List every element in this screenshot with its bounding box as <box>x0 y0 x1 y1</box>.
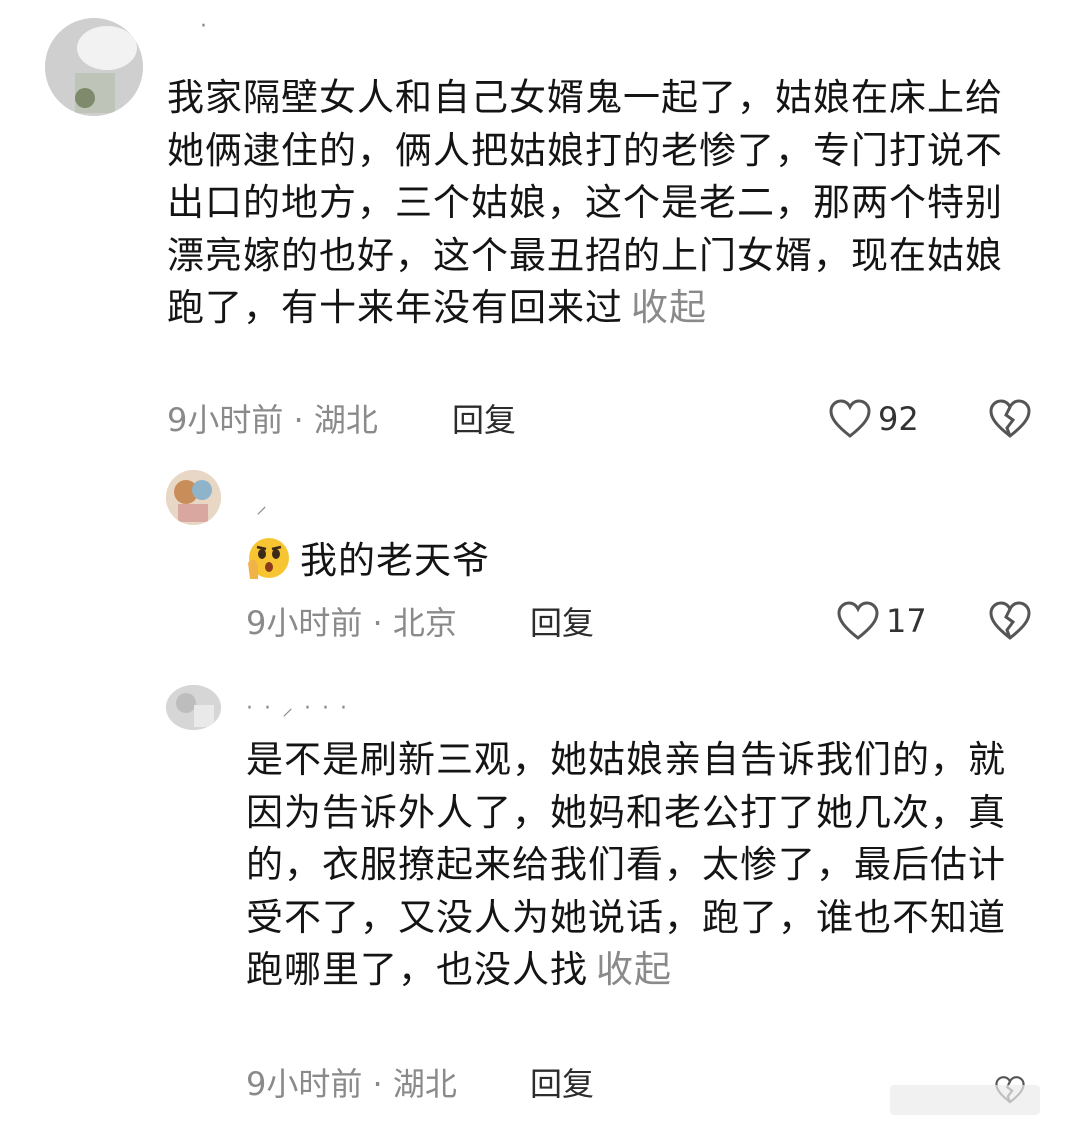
broken-heart-icon[interactable] <box>988 398 1032 440</box>
reply-button[interactable]: 回复 <box>452 400 516 440</box>
reply-button[interactable]: 回复 <box>530 603 594 643</box>
comment-body: 我家隔壁女人和自己女婿鬼一起了，姑娘在床上给她俩逮住的，俩人把姑娘打的老惨了，专… <box>167 76 1003 329</box>
comment-text: 我家隔壁女人和自己女婿鬼一起了，姑娘在床上给她俩逮住的，俩人把姑娘打的老惨了，专… <box>167 72 1012 335</box>
collapse-link[interactable]: 收起 <box>596 948 672 991</box>
avatar-image <box>45 18 143 116</box>
comment-body: 我的老天爷 <box>300 539 490 582</box>
like-button[interactable]: 92 <box>828 398 919 440</box>
reply-button[interactable]: 回复 <box>530 1064 594 1104</box>
comment-meta: 9小时前 · 北京 <box>246 604 457 642</box>
username[interactable]: · · ⸝ · · · <box>246 692 349 722</box>
like-count: 17 <box>886 602 927 640</box>
username[interactable]: ⸝ <box>256 490 269 520</box>
shocked-face-emoji <box>248 538 289 579</box>
heart-outline-icon <box>829 399 871 438</box>
comment-meta: 9小时前 · 湖北 <box>246 1065 457 1103</box>
watermark <box>890 1085 1040 1115</box>
comment-text: 是不是刷新三观，她姑娘亲自告诉我们的，就因为告诉外人了，她妈和老公打了她几次，真… <box>246 734 1006 997</box>
avatar[interactable] <box>45 18 143 116</box>
username[interactable]: · <box>200 14 209 39</box>
comment-meta: 9小时前 · 湖北 <box>167 401 378 439</box>
like-count: 92 <box>878 400 919 438</box>
like-button[interactable]: 17 <box>836 600 927 642</box>
heart-outline-icon <box>837 601 879 640</box>
avatar-image <box>166 470 221 525</box>
collapse-link[interactable]: 收起 <box>631 286 707 329</box>
avatar[interactable] <box>166 685 221 730</box>
avatar-image <box>166 685 221 730</box>
comment-text: 我的老天爷 <box>246 535 1006 588</box>
avatar[interactable] <box>166 470 221 525</box>
broken-heart-icon[interactable] <box>988 600 1032 642</box>
